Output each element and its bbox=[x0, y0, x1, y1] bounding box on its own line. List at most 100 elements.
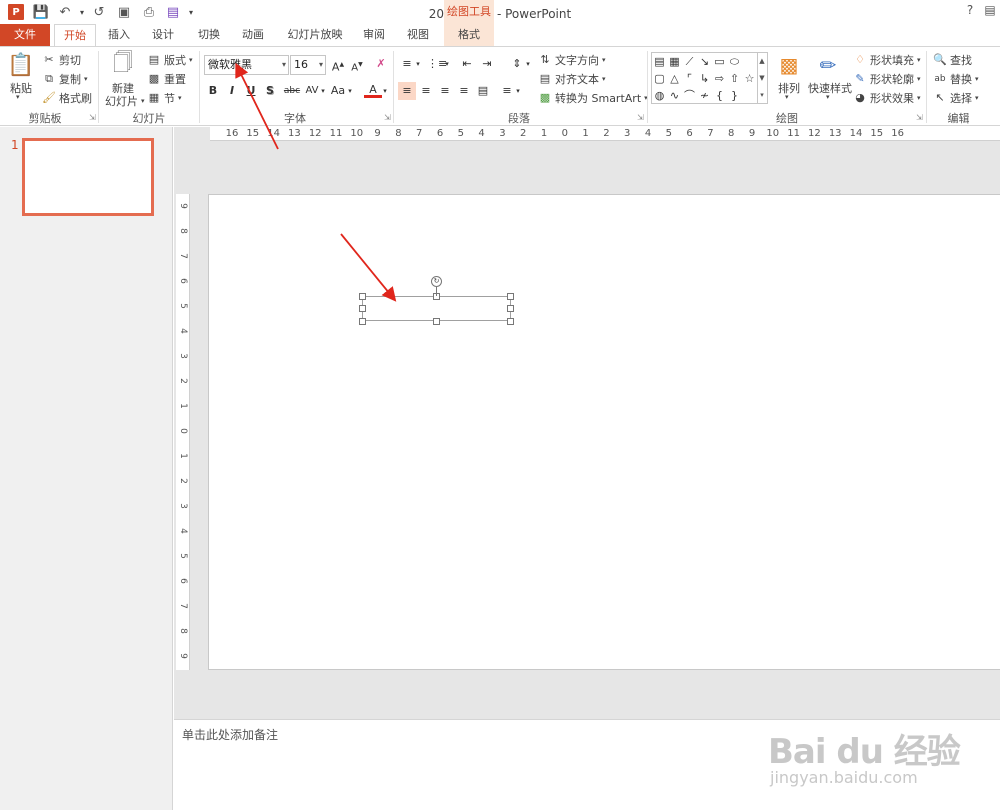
rectangle-shape-icon[interactable]: ▭ bbox=[712, 53, 727, 70]
oval-shape-icon[interactable]: ⬭ bbox=[727, 53, 742, 70]
slide-canvas[interactable] bbox=[208, 194, 1000, 670]
shape-outline-button[interactable]: ✎ 形状轮廓 ▾ bbox=[853, 71, 920, 87]
horizontal-ruler[interactable]: 16 15 14 13 12 11 10 9 8 7 6 5 4 3 2 1 0 1 2 3 4 5 6 7 8 9 10 11 12 1… bbox=[210, 127, 1000, 141]
align-left-icon[interactable]: ≡ bbox=[398, 82, 416, 100]
vertical-ruler[interactable]: 9 8 7 6 5 4 3 2 1 0 1 2 3 4 5 6 7 8 9 bbox=[176, 194, 190, 670]
rotation-handle-icon[interactable]: ↻ bbox=[431, 276, 442, 287]
tab-slideshow[interactable]: 幻灯片放映 bbox=[282, 24, 348, 46]
help-button[interactable]: ? bbox=[961, 3, 979, 21]
up-arrow-shape-icon[interactable]: ⇧ bbox=[727, 70, 742, 87]
section-button[interactable]: ▦ 节 ▾ bbox=[147, 90, 182, 106]
tab-file[interactable]: 文件 bbox=[0, 24, 50, 46]
grow-font-button[interactable]: A▲ bbox=[329, 56, 347, 74]
tab-animations[interactable]: 动画 bbox=[234, 24, 272, 46]
tab-review[interactable]: 审阅 bbox=[356, 24, 392, 46]
columns-icon[interactable]: ▤ bbox=[474, 82, 492, 100]
spacing-dropdown-icon[interactable]: ▾ bbox=[319, 82, 327, 100]
right-arrow-shape-icon[interactable]: ⇨ bbox=[712, 70, 727, 87]
chevron-down-icon[interactable]: ▾ bbox=[319, 56, 323, 74]
italic-button[interactable]: I bbox=[223, 82, 241, 100]
tab-transitions[interactable]: 切换 bbox=[190, 24, 228, 46]
text-direction-button[interactable]: ⇅ 文字方向 ▾ bbox=[538, 52, 605, 68]
bold-button[interactable]: B bbox=[204, 82, 222, 100]
case-dropdown-icon[interactable]: ▾ bbox=[346, 82, 354, 100]
font-name-combo[interactable]: 微软雅黑 ▾ bbox=[204, 55, 289, 75]
qat-dropdown-icon[interactable]: ▾ bbox=[181, 3, 201, 21]
align-right-icon[interactable]: ≡ bbox=[436, 82, 454, 100]
save-icon[interactable]: 💾 bbox=[31, 3, 51, 21]
chevron-down-icon[interactable]: ▾ bbox=[282, 56, 286, 74]
vertical-textbox-shape-icon[interactable]: ▦ bbox=[667, 53, 682, 70]
resize-handle[interactable] bbox=[507, 293, 514, 300]
freeform-shape-icon[interactable]: ◍ bbox=[652, 87, 667, 104]
textbox-shape-icon[interactable]: ▤ bbox=[652, 53, 667, 70]
star-shape-icon[interactable]: ☆ bbox=[742, 70, 757, 87]
tab-view[interactable]: 视图 bbox=[400, 24, 436, 46]
tab-home[interactable]: 开始 bbox=[54, 24, 96, 47]
resize-handle[interactable] bbox=[433, 318, 440, 325]
font-color-dropdown-icon[interactable]: ▾ bbox=[381, 82, 389, 100]
slideshow-from-start-icon[interactable]: ▣ bbox=[114, 3, 134, 21]
text-shadow-button[interactable]: S bbox=[261, 82, 279, 100]
redo-icon[interactable]: ↺ bbox=[89, 3, 109, 21]
resize-handle[interactable] bbox=[507, 318, 514, 325]
copy-dropdown-icon[interactable]: ▾ bbox=[84, 75, 88, 83]
elbow-arrow-connector-shape-icon[interactable]: ↳ bbox=[697, 70, 712, 87]
tab-format[interactable]: 格式 bbox=[444, 24, 494, 46]
slide-thumbnail[interactable] bbox=[22, 138, 154, 216]
arrange-icon[interactable]: ▩ bbox=[774, 51, 804, 79]
font-size-combo[interactable]: 16 ▾ bbox=[290, 55, 326, 75]
align-text-button[interactable]: ▤ 对齐文本 ▾ bbox=[538, 71, 606, 87]
new-slide-icon[interactable]: 🗍 bbox=[108, 50, 138, 79]
clipboard-dialog-launcher-icon[interactable]: ⇲ bbox=[89, 113, 96, 122]
replace-button[interactable]: ab 替换 ▾ bbox=[933, 71, 978, 87]
resize-handle[interactable] bbox=[359, 293, 366, 300]
copy-button[interactable]: ⧉ 复制 ▾ bbox=[42, 71, 88, 87]
arrange-button[interactable]: 排列 bbox=[778, 80, 800, 96]
line-spacing-dropdown-icon[interactable]: ▾ bbox=[524, 55, 532, 73]
curve-shape-icon[interactable]: ∿ bbox=[667, 87, 682, 104]
triangle-shape-icon[interactable]: △ bbox=[667, 70, 682, 87]
ribbon-display-options-icon[interactable]: ▤ bbox=[981, 3, 999, 21]
tab-design[interactable]: 设计 bbox=[146, 24, 180, 46]
paste-icon[interactable]: 📋 bbox=[6, 51, 36, 79]
drawing-dialog-launcher-icon[interactable]: ⇲ bbox=[916, 113, 923, 122]
print-preview-icon[interactable]: ⎙ bbox=[139, 3, 159, 21]
quick-styles-dropdown-icon[interactable]: ▾ bbox=[826, 93, 830, 101]
arc-shape-icon[interactable]: ⌒ bbox=[682, 87, 697, 104]
convert-smartart-button[interactable]: ▩ 转换为 SmartArt ▾ bbox=[538, 90, 648, 106]
cut-button[interactable]: ✂ 剪切 bbox=[42, 52, 81, 68]
resize-handle[interactable] bbox=[359, 318, 366, 325]
paste-button[interactable]: 粘贴 bbox=[10, 80, 32, 96]
quick-styles-button[interactable]: 快速样式 bbox=[808, 80, 852, 96]
elbow-connector-shape-icon[interactable]: ⌜ bbox=[682, 70, 697, 87]
justify-icon[interactable]: ≡ bbox=[455, 82, 473, 100]
paragraph-dialog-launcher-icon[interactable]: ⇲ bbox=[637, 113, 644, 122]
new-slide-dropdown[interactable]: 幻灯片 ▾ bbox=[105, 93, 145, 109]
right-brace-shape-icon[interactable]: } bbox=[727, 87, 742, 104]
find-button[interactable]: 🔍 查找 bbox=[933, 52, 972, 68]
underline-button[interactable]: U bbox=[242, 82, 260, 100]
gallery-scroll[interactable]: ▲ ▼ ▾ bbox=[757, 52, 768, 104]
align-center-icon[interactable]: ≡ bbox=[417, 82, 435, 100]
numbering-dropdown-icon[interactable]: ▾ bbox=[443, 55, 451, 73]
decrease-indent-icon[interactable]: ⇤ bbox=[458, 55, 476, 73]
shape-effects-button[interactable]: ◕ 形状效果 ▾ bbox=[853, 90, 920, 106]
font-dialog-launcher-icon[interactable]: ⇲ bbox=[384, 113, 391, 122]
shape-gallery[interactable]: ▤ ▦ ⟋ ↘ ▭ ⬭ ▢ △ ⌜ ↳ ⇨ ⇧ ☆ ◍ ∿ ⌒ ≁ { } bbox=[651, 52, 758, 104]
resize-handle[interactable] bbox=[507, 305, 514, 312]
rounded-rectangle-shape-icon[interactable]: ▢ bbox=[652, 70, 667, 87]
paragraph-settings-dropdown-icon[interactable]: ▾ bbox=[514, 82, 522, 100]
tab-insert[interactable]: 插入 bbox=[102, 24, 136, 46]
shrink-font-button[interactable]: A▼ bbox=[348, 56, 366, 74]
format-painter-button[interactable]: 🖌 格式刷 bbox=[42, 90, 92, 106]
arrange-dropdown-icon[interactable]: ▾ bbox=[785, 93, 789, 101]
strikethrough-button[interactable]: abc bbox=[281, 82, 303, 100]
select-button[interactable]: ↖ 选择 ▾ bbox=[933, 90, 978, 106]
reset-button[interactable]: ▩ 重置 bbox=[147, 71, 186, 87]
line-shape-icon[interactable]: ⟋ bbox=[682, 53, 697, 70]
change-case-button[interactable]: Aa bbox=[328, 82, 348, 100]
paste-dropdown-icon[interactable]: ▾ bbox=[16, 93, 20, 101]
resize-handle[interactable] bbox=[359, 305, 366, 312]
bullets-dropdown-icon[interactable]: ▾ bbox=[414, 55, 422, 73]
